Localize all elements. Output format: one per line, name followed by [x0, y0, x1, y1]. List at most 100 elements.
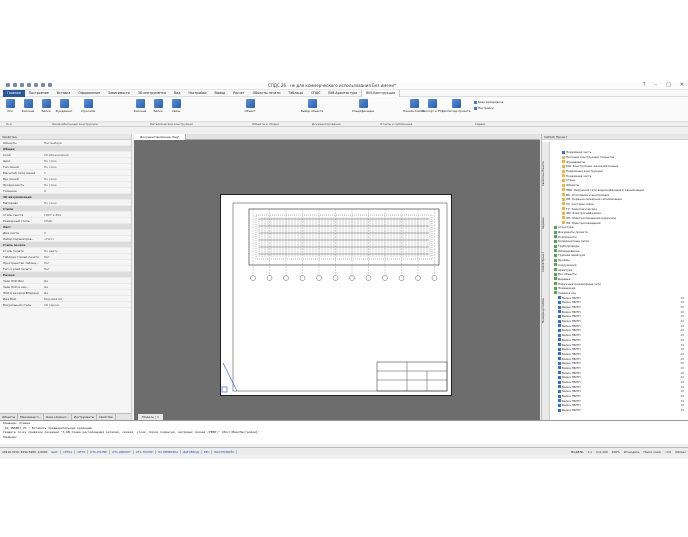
cadlib-panel-button[interactable]: Панель CADLib: [403, 99, 425, 113]
property-value[interactable]: По слою: [44, 183, 131, 187]
tab-bim-arch[interactable]: BIM-Архитектура: [324, 90, 361, 97]
vtab-object-properties[interactable]: Свойства объекта: [542, 144, 550, 204]
new-file-icon[interactable]: [13, 83, 17, 87]
cco-status[interactable]: сСО: [663, 450, 673, 454]
axes-button[interactable]: Оси: [2, 99, 18, 113]
materials-base-button[interactable]: База материалов: [474, 100, 503, 104]
open-file-icon[interactable]: [20, 83, 24, 87]
tree-item-count: 48: [680, 351, 684, 356]
object-button[interactable]: Объект: [242, 99, 258, 113]
quick-props-toggle[interactable]: БЫСТРСВОЙС: [212, 449, 238, 454]
vtab-cadlib-project[interactable]: CADLib Проект: [542, 242, 550, 282]
property-value[interactable]: Мировая СК: [44, 297, 131, 301]
tab-output[interactable]: Вывод: [210, 90, 229, 97]
maximize-icon[interactable]: □: [666, 82, 671, 88]
app-menu-icon[interactable]: [6, 83, 10, 87]
tree-item-count: 48: [680, 314, 684, 319]
ortho-toggle[interactable]: ОРТО: [75, 449, 89, 454]
scale-status[interactable]: m/1:100: [594, 450, 610, 454]
polar-toggle[interactable]: ОТС-ПОЛЯР: [88, 449, 111, 454]
component-search[interactable]: Поиск комп.: [641, 450, 663, 454]
property-value[interactable]: По слою: [44, 201, 131, 205]
ribbon-settings-button[interactable]: Настройки: [474, 106, 494, 110]
rafters-button[interactable]: Стропила: [80, 99, 96, 113]
tab-bim-structures[interactable]: BIM-Конструкции: [361, 89, 401, 97]
tab-3d-tools[interactable]: 3D-инструменты: [134, 90, 170, 97]
document-tab[interactable]: Документирование.dwg*: [134, 134, 187, 140]
property-value[interactable]: Нет: [44, 267, 131, 271]
property-value[interactable]: <Нет>: [44, 237, 131, 241]
property-value[interactable]: По слою: [44, 159, 131, 163]
export-ifc-button[interactable]: Экспорт в IFC: [422, 99, 442, 113]
vtab-task[interactable]: Задание: [542, 208, 550, 238]
undo-icon[interactable]: [34, 83, 38, 87]
osnap-toggle[interactable]: ОТС-ОБЪЕКТ: [110, 449, 134, 454]
lineweight-toggle[interactable]: ВЕС: [202, 449, 213, 454]
tab-tables[interactable]: Таблицы: [284, 90, 307, 97]
property-value[interactable]: По слою: [44, 165, 131, 169]
tab-spds[interactable]: СПДС: [307, 90, 324, 97]
command-line[interactable]: Команда: Отмена _SQ_INSERT_VS : Вставить…: [0, 420, 688, 444]
tab-view[interactable]: Вид: [170, 90, 184, 97]
tab-print-objects[interactable]: Объекты печати: [249, 90, 285, 97]
property-value[interactable]: ГОСТ 2.304: [44, 213, 131, 217]
tab-calc[interactable]: Расчет: [229, 90, 248, 97]
property-value[interactable]: Нет выбора: [44, 141, 131, 145]
save-icon[interactable]: [27, 83, 31, 87]
property-value[interactable]: Нет: [44, 255, 131, 259]
snap-toggle[interactable]: ШАГ: [49, 449, 61, 454]
property-value[interactable]: По слою: [44, 177, 131, 181]
close-icon[interactable]: ✕: [680, 82, 684, 88]
tab-insert[interactable]: Вставка: [53, 90, 75, 97]
select-object-button[interactable]: Выбор объекта: [301, 99, 323, 113]
dyn-input-toggle[interactable]: ДИН-ВВОД: [181, 449, 202, 454]
workspace-status[interactable]: 2D модель: [622, 450, 642, 454]
property-value[interactable]: 0: [44, 189, 131, 193]
property-value[interactable]: Да: [44, 285, 131, 289]
3dosnap-toggle[interactable]: 3D-ПРИВЯЗКА: [156, 449, 182, 454]
vtab-cadlib-manager[interactable]: Менеджер CADLib: [542, 286, 550, 336]
property-value[interactable]: Да: [44, 291, 131, 295]
property-value[interactable]: 1: [44, 171, 131, 175]
cloud-status[interactable]: Облако: [673, 450, 688, 454]
tree-item[interactable]: Балка ПБ/ТП 48: [552, 408, 686, 413]
property-value[interactable]: По цвету: [44, 249, 131, 253]
rc-beam-button[interactable]: Балка: [38, 99, 54, 113]
rc-column-button[interactable]: Колонна: [20, 99, 36, 113]
print-icon[interactable]: [48, 83, 52, 87]
redo-icon[interactable]: [41, 83, 45, 87]
property-value[interactable]: СПДС: [44, 219, 131, 223]
brace-button[interactable]: Связь: [168, 99, 184, 113]
left-panel-tabs: Объекты Менеджер п... База элемент... Ин…: [0, 413, 131, 420]
steel-column-button[interactable]: Колонна: [132, 99, 148, 113]
property-value[interactable]: Да: [44, 279, 131, 283]
tab-settings[interactable]: Настройки: [184, 90, 210, 97]
tab-build[interactable]: Построение: [25, 90, 53, 97]
layout-sheet[interactable]: [220, 194, 452, 396]
foundation-button[interactable]: Фундамент: [56, 99, 72, 113]
drawing-area[interactable]: Документирование.dwg* Модель | 1: [134, 134, 540, 420]
tab-home[interactable]: Главная: [3, 89, 25, 97]
otrack-toggle[interactable]: ОТС-ПОЛЯР: [134, 449, 156, 454]
model-space-status[interactable]: МОДЕЛЬ: [569, 450, 586, 454]
cmd-input[interactable]: Команда:: [0, 435, 688, 440]
specifications-button[interactable]: Спецификации: [352, 99, 374, 113]
tab-constraints[interactable]: Зависимости: [104, 90, 134, 97]
annotation-scale[interactable]: 1:1: [585, 450, 594, 454]
property-value[interactable]: 2: [44, 231, 131, 235]
tab-annotate[interactable]: Оформление: [74, 90, 104, 97]
property-value[interactable]: Нет: [44, 261, 131, 265]
tree-item-count: 48: [680, 319, 684, 324]
ifc-export-icon: [427, 99, 437, 108]
project-manager-button[interactable]: Диспетчер проекта: [442, 99, 470, 113]
property-value[interactable]: 20-Обозначения: [44, 153, 131, 157]
tree-item-label: Балка ПБ/ТП: [562, 342, 581, 347]
help-icon[interactable]: ?: [643, 82, 646, 88]
property-value[interactable]: 2D каркас: [44, 303, 131, 307]
grid-toggle[interactable]: СЕТКА: [61, 449, 76, 454]
steel-beam-button[interactable]: Балка: [150, 99, 166, 113]
property-label: Знак ПСК Вкл: [3, 278, 24, 283]
zoom-status[interactable]: 100%: [610, 450, 622, 454]
property-row[interactable]: Визуальный стиль 2D каркас: [0, 302, 131, 308]
minimize-icon[interactable]: –: [655, 82, 658, 88]
